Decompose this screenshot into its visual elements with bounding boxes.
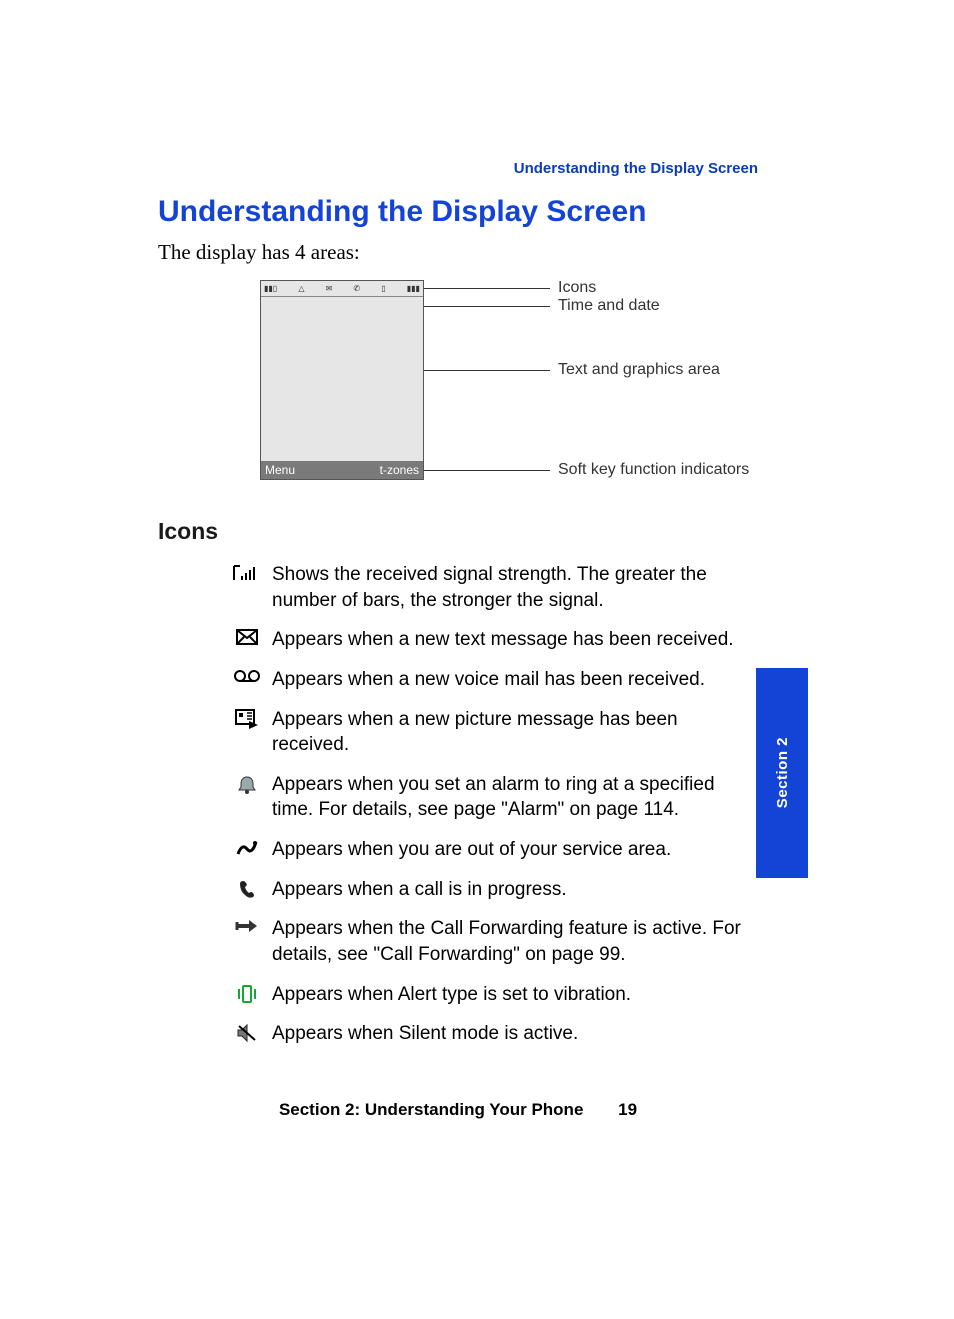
- phone-icon-bar: ▮▮▯ △ ✉ ✆ ▯ ▮▮▮: [261, 281, 423, 297]
- page-title: Understanding the Display Screen: [158, 195, 646, 229]
- icon-description: Appears when a new voice mail has been r…: [272, 667, 782, 693]
- list-item: Appears when you set an alarm to ring at…: [222, 772, 782, 823]
- signal-strength-icon: [222, 562, 272, 582]
- no-service-icon: [222, 837, 272, 857]
- icon-description: Appears when a call is in progress.: [272, 877, 782, 903]
- side-tab-label: Section 2: [774, 737, 791, 808]
- footer-section-label: Section 2: Understanding Your Phone: [279, 1100, 583, 1119]
- phone-softkey-bar: Menu t-zones: [261, 461, 423, 479]
- icon-description: Shows the received signal strength. The …: [272, 562, 782, 613]
- list-item: Shows the received signal strength. The …: [222, 562, 782, 613]
- icon-description: Appears when Silent mode is active.: [272, 1021, 782, 1047]
- lead-line-text: [424, 370, 550, 371]
- text-message-icon: [222, 627, 272, 645]
- list-item: Appears when the Call Forwarding feature…: [222, 916, 782, 967]
- signal-mini-icon: ▮▮▯: [264, 285, 277, 293]
- message-mini-icon: ✉: [326, 285, 333, 293]
- list-item: Appears when you are out of your service…: [222, 837, 782, 863]
- call-forwarding-icon: [222, 916, 272, 934]
- battery-mini-icon: ▮▮▮: [407, 285, 420, 293]
- diagram-label-time: Time and date: [558, 297, 660, 315]
- diagram-label-softkeys: Soft key function indicators: [558, 461, 749, 479]
- icon-description: Appears when Alert type is set to vibrat…: [272, 982, 782, 1008]
- alarm-icon: [222, 772, 272, 794]
- icon-description: Appears when you are out of your service…: [272, 837, 782, 863]
- call-mini-icon: ✆: [353, 285, 360, 293]
- silent-mode-icon: [222, 1021, 272, 1043]
- phone-screen-mock: ▮▮▯ △ ✉ ✆ ▯ ▮▮▮ Menu t-zones: [260, 280, 424, 480]
- intro-text: The display has 4 areas:: [158, 240, 360, 265]
- diagram-label-text-area: Text and graphics area: [558, 361, 720, 379]
- running-head: Understanding the Display Screen: [158, 160, 758, 177]
- display-diagram: ▮▮▯ △ ✉ ✆ ▯ ▮▮▮ Menu t-zones Icons Time …: [260, 280, 760, 495]
- icon-description: Appears when the Call Forwarding feature…: [272, 916, 782, 967]
- lead-line-time: [424, 306, 550, 307]
- page-content: Understanding the Display Screen Underst…: [158, 0, 798, 1319]
- list-item: Appears when Silent mode is active.: [222, 1021, 782, 1047]
- lead-line-icons: [424, 288, 550, 289]
- vibrate-mini-icon: ▯: [381, 285, 385, 293]
- call-in-progress-icon: [222, 877, 272, 899]
- section-side-tab: Section 2: [756, 668, 808, 878]
- list-item: Appears when Alert type is set to vibrat…: [222, 982, 782, 1008]
- picture-message-icon: [222, 707, 272, 729]
- vibration-icon: [222, 982, 272, 1004]
- icon-description: Appears when a new picture message has b…: [272, 707, 782, 758]
- icons-heading: Icons: [158, 518, 218, 545]
- list-item: Appears when a new picture message has b…: [222, 707, 782, 758]
- list-item: Appears when a new text message has been…: [222, 627, 782, 653]
- diagram-label-icons: Icons: [558, 279, 596, 297]
- lead-line-soft: [424, 470, 550, 471]
- page-footer: Section 2: Understanding Your Phone 19: [158, 1100, 758, 1120]
- icon-description: Appears when a new text message has been…: [272, 627, 782, 653]
- phone-time-area: [261, 297, 423, 315]
- list-item: Appears when a new voice mail has been r…: [222, 667, 782, 693]
- softkey-right-label: t-zones: [380, 463, 419, 477]
- voicemail-icon: [222, 667, 272, 683]
- phone-graphics-area: [261, 315, 423, 461]
- page-number: 19: [618, 1100, 637, 1120]
- icon-description: Appears when you set an alarm to ring at…: [272, 772, 782, 823]
- alarm-mini-icon: △: [298, 285, 304, 293]
- list-item: Appears when a call is in progress.: [222, 877, 782, 903]
- softkey-left-label: Menu: [265, 463, 295, 477]
- icon-definitions-list: Shows the received signal strength. The …: [222, 562, 782, 1061]
